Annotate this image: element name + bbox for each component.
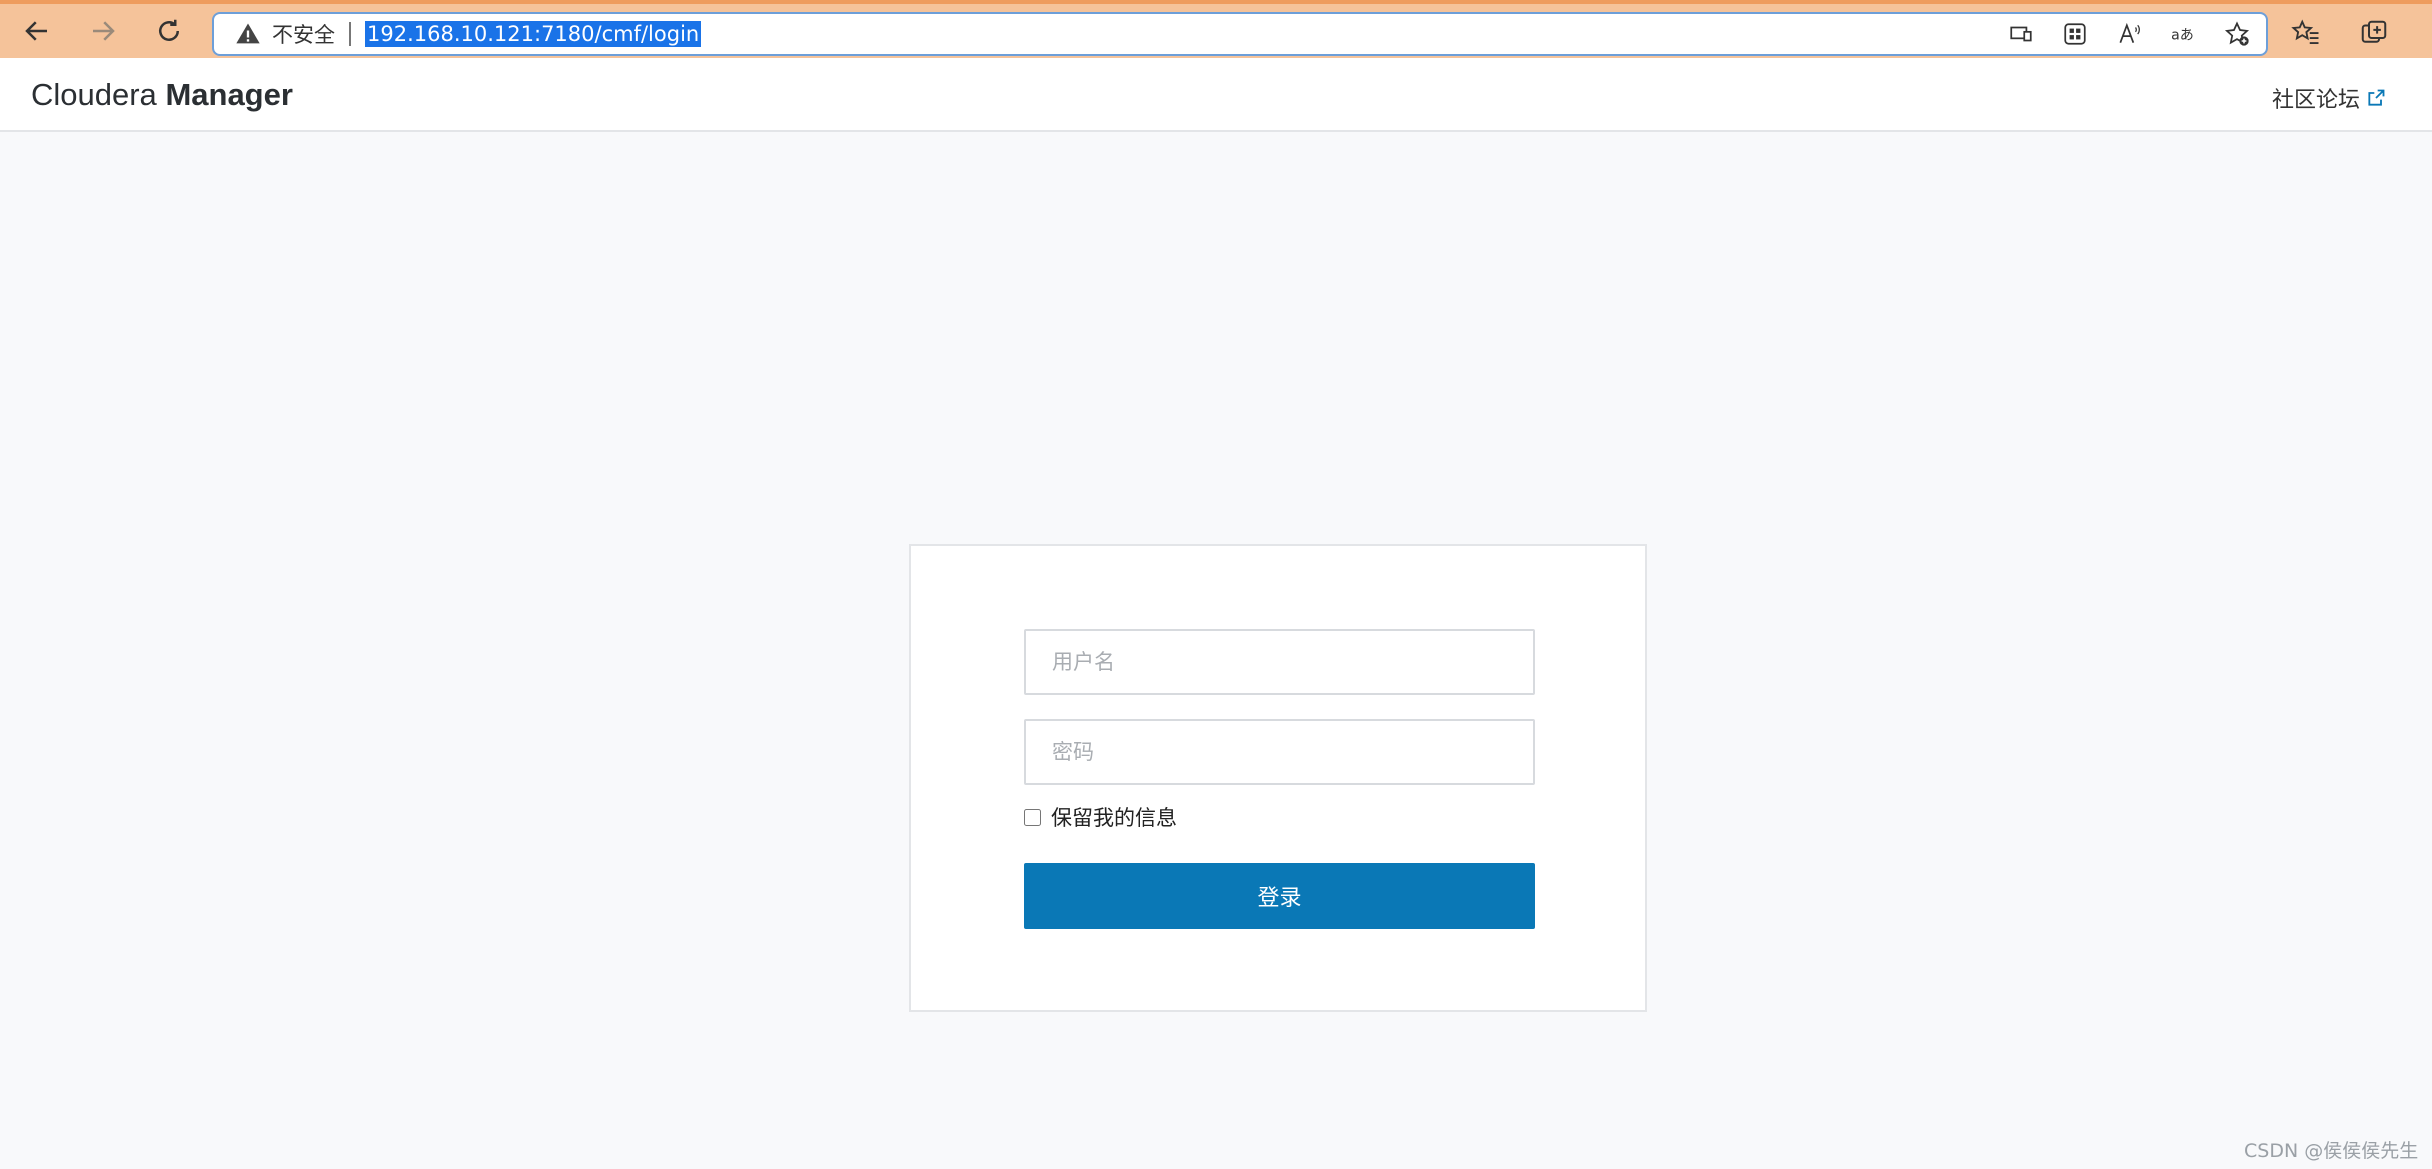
warning-triangle-icon xyxy=(236,23,260,44)
url-text[interactable]: 192.168.10.121:7180/cmf/login xyxy=(365,21,702,47)
app-header: Cloudera Manager 社区论坛 xyxy=(0,58,2432,132)
security-status-label[interactable]: 不安全 xyxy=(272,19,335,49)
remember-me-label: 保留我的信息 xyxy=(1051,806,1177,830)
address-bar[interactable]: 不安全 192.168.10.121:7180/cmf/login aあ xyxy=(212,12,2268,56)
add-favorite-icon[interactable] xyxy=(2222,19,2252,49)
password-input[interactable] xyxy=(1024,719,1535,785)
forward-arrow-icon xyxy=(93,21,115,41)
brand-name-light: Cloudera xyxy=(31,77,157,112)
refresh-icon xyxy=(159,19,179,41)
community-forum-link[interactable]: 社区论坛 xyxy=(2272,82,2386,114)
address-bar-actions: aあ xyxy=(2006,14,2252,54)
cast-device-icon[interactable] xyxy=(2006,19,2036,49)
username-input[interactable] xyxy=(1024,629,1535,695)
community-forum-label: 社区论坛 xyxy=(2272,88,2361,113)
login-button[interactable]: 登录 xyxy=(1024,863,1535,929)
remember-me[interactable]: 保留我的信息 xyxy=(1024,802,1177,832)
collections-icon[interactable] xyxy=(2358,17,2390,49)
forward-button[interactable] xyxy=(80,8,126,54)
svg-text:aあ: aあ xyxy=(2171,27,2194,43)
remember-me-checkbox[interactable] xyxy=(1024,808,1041,826)
favorites-list-icon[interactable] xyxy=(2290,17,2322,49)
external-link-icon xyxy=(2368,89,2385,106)
read-aloud-icon[interactable] xyxy=(2114,19,2144,49)
refresh-button[interactable] xyxy=(146,8,192,54)
browser-right-tools xyxy=(2290,8,2390,58)
back-button[interactable] xyxy=(14,8,60,54)
translate-icon[interactable]: aあ xyxy=(2168,19,2198,49)
browser-toolbar: 不安全 192.168.10.121:7180/cmf/login aあ xyxy=(0,0,2432,58)
login-card: 保留我的信息 登录 xyxy=(909,544,1647,1012)
brand-logo[interactable]: Cloudera Manager xyxy=(31,77,293,113)
address-separator xyxy=(349,22,351,46)
apps-grid-icon[interactable] xyxy=(2060,19,2090,49)
brand-name-bold: Manager xyxy=(165,77,293,112)
watermark: CSDN @侯侯侯先生 xyxy=(2244,1140,2419,1162)
back-arrow-icon xyxy=(25,21,47,41)
